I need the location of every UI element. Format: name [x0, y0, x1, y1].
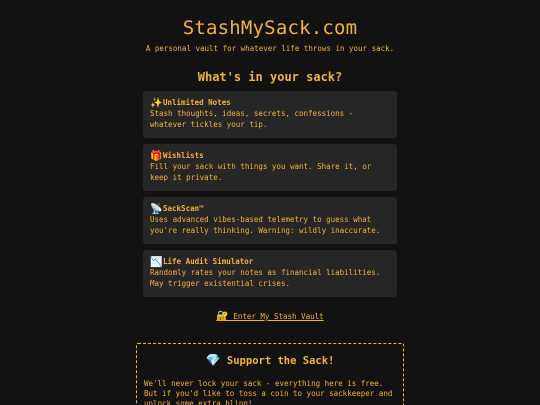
feature-card-sackscan: 📡SackScan™ Uses advanced vibes-based tel…: [143, 197, 397, 244]
chart-decreasing-icon: 📉: [150, 257, 163, 268]
feature-card-description: Fill your sack with things you want. Sha…: [150, 162, 372, 182]
sparkles-icon: ✨: [150, 98, 163, 109]
support-line-1: We'll never lock your sack - everything …: [144, 379, 384, 388]
gift-icon: 🎁: [150, 151, 163, 162]
enter-vault-label: Enter My Stash Vault: [233, 312, 324, 321]
support-line-2: But if you'd like to toss a coin to your…: [144, 389, 393, 405]
feature-card-title-text: Unlimited Notes: [163, 98, 231, 107]
feature-card-title-text: Wishlists: [163, 151, 204, 160]
gem-icon: 💎: [205, 353, 221, 367]
feature-card-life-audit-simulator: 📉Life Audit Simulator Randomly rates you…: [143, 250, 397, 297]
feature-card-title: ✨Unlimited Notes: [150, 97, 390, 109]
page: StashMySack.com A personal vault for wha…: [0, 0, 540, 405]
feature-card-title-text: SackScan™: [163, 204, 204, 213]
site-tagline: A personal vault for whatever life throw…: [145, 44, 395, 53]
feature-card-wishlists: 🎁Wishlists Fill your sack with things yo…: [143, 144, 397, 191]
support-title-text: Support the Sack!: [226, 355, 335, 367]
support-box: 💎 Support the Sack! We'll never lock you…: [136, 343, 404, 405]
feature-card-description: Stash thoughts, ideas, secrets, confessi…: [150, 109, 354, 129]
support-title: 💎 Support the Sack!: [144, 351, 396, 370]
feature-card-title: 📉Life Audit Simulator: [150, 256, 390, 268]
features-heading: What's in your sack?: [197, 70, 343, 84]
lock-with-key-icon: 🔐: [216, 311, 229, 322]
support-text: We'll never lock your sack - everything …: [144, 379, 396, 405]
feature-card-title-text: Life Audit Simulator: [163, 257, 254, 266]
feature-card-description: Randomly rates your notes as financial l…: [150, 268, 381, 288]
enter-vault-cta: 🔐 Enter My Stash Vault: [0, 311, 540, 323]
feature-card-description: Uses advanced vibes-based telemetry to g…: [150, 215, 381, 235]
satellite-antenna-icon: 📡: [150, 204, 163, 215]
site-title: StashMySack.com: [182, 17, 358, 39]
enter-vault-link[interactable]: 🔐 Enter My Stash Vault: [216, 311, 324, 322]
feature-card-title: 📡SackScan™: [150, 203, 390, 215]
feature-card-unlimited-notes: ✨Unlimited Notes Stash thoughts, ideas, …: [143, 91, 397, 138]
feature-card-title: 🎁Wishlists: [150, 150, 390, 162]
